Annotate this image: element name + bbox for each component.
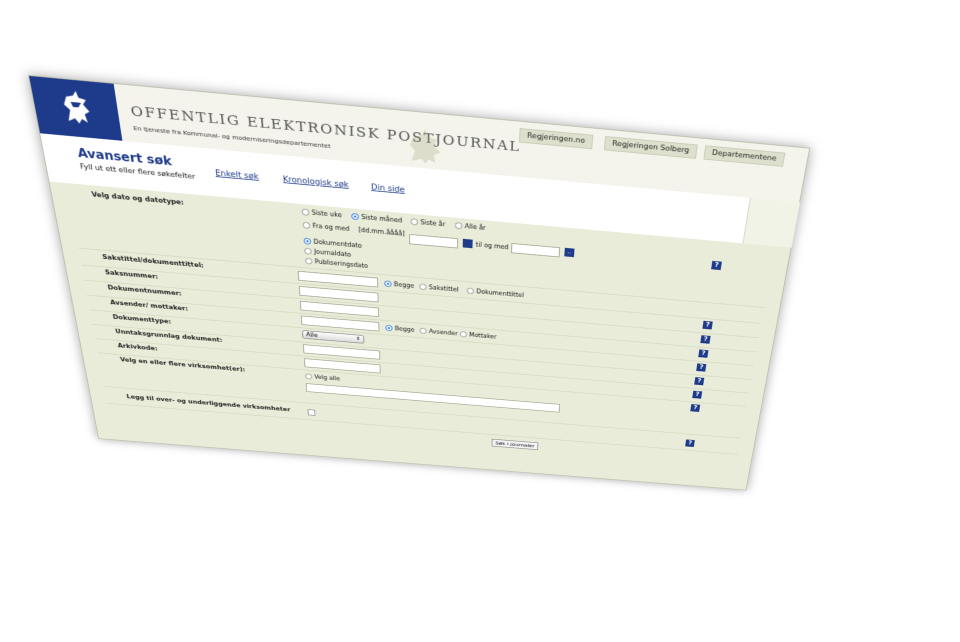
radio-all-years[interactable] xyxy=(454,222,463,230)
option-all-years: Alle år xyxy=(464,222,486,232)
help-include-related-icon[interactable]: ? xyxy=(685,439,695,448)
row-divider xyxy=(106,403,738,455)
option-sender-both: Begge xyxy=(394,325,415,334)
search-page: OFFENTLIG ELEKTRONISK POSTJOURNAL En tje… xyxy=(28,75,811,491)
archive-code-label: Arkivkode: xyxy=(117,342,159,353)
from-label: Fra og med xyxy=(312,222,350,233)
option-select-all: Velg alle xyxy=(314,374,341,382)
from-calendar-icon[interactable] xyxy=(462,238,473,249)
radio-last-year[interactable] xyxy=(410,218,419,226)
help-date-icon[interactable]: ? xyxy=(711,260,722,271)
lion-icon xyxy=(60,89,92,125)
option-case-title: Sakstittel xyxy=(428,284,459,293)
option-recipient: Mottaker xyxy=(469,331,497,340)
to-label: til og med xyxy=(475,241,509,251)
document-type-value: Alle xyxy=(305,331,318,339)
radio-case-both[interactable] xyxy=(384,280,392,288)
watermark-lion-icon xyxy=(409,127,441,166)
help-exemption-icon[interactable]: ? xyxy=(694,377,705,386)
option-last-week: Siste uke xyxy=(311,209,342,219)
help-agencies-icon[interactable]: ? xyxy=(690,404,701,412)
date-format-hint: [dd.mm.åååå] xyxy=(358,226,405,238)
radio-last-week[interactable] xyxy=(301,208,310,216)
radio-case-title[interactable] xyxy=(419,283,427,291)
search-submit-button[interactable]: Søk i journaler xyxy=(491,438,539,451)
radio-date-range[interactable] xyxy=(302,221,311,229)
row-divider xyxy=(86,294,756,353)
select-arrows-icon: ⇕ xyxy=(355,335,361,342)
radio-document-date[interactable] xyxy=(303,237,312,245)
coat-of-arms-logo[interactable] xyxy=(29,75,123,141)
radio-recipient[interactable] xyxy=(459,331,467,338)
option-publish-date: Publiseringsdato xyxy=(314,258,369,270)
help-document-type-icon[interactable]: ? xyxy=(696,363,707,372)
nav-side-panel xyxy=(742,197,800,248)
radio-document-title[interactable] xyxy=(466,287,475,295)
radio-last-month[interactable] xyxy=(351,212,359,221)
option-sender: Avsender xyxy=(428,328,458,337)
option-document-title: Dokumenttittel xyxy=(476,288,524,299)
sender-label: Avsender/ mottaker: xyxy=(109,299,189,313)
option-last-month: Siste måned xyxy=(361,213,403,225)
help-sender-icon[interactable]: ? xyxy=(698,349,709,358)
help-case-number-icon[interactable]: ? xyxy=(702,320,713,330)
radio-publish-date[interactable] xyxy=(304,257,313,265)
radio-sender[interactable] xyxy=(419,327,427,335)
date-label: Velg dato og datotype: xyxy=(91,191,185,207)
option-journal-date: Journaldato xyxy=(313,248,352,259)
radio-sender-both[interactable] xyxy=(385,324,393,332)
help-document-number-icon[interactable]: ? xyxy=(700,335,711,344)
option-last-year: Siste år xyxy=(420,219,446,228)
row-divider xyxy=(78,247,764,308)
to-date-input[interactable] xyxy=(511,243,561,258)
radio-select-all[interactable] xyxy=(305,373,313,380)
radio-journal-date[interactable] xyxy=(304,247,312,255)
option-document-date: Dokumentdato xyxy=(313,238,363,250)
option-case-both: Begge xyxy=(393,281,415,290)
help-archive-code-icon[interactable]: ? xyxy=(692,390,703,399)
from-date-input[interactable] xyxy=(409,234,459,249)
include-related-checkbox[interactable] xyxy=(307,409,316,416)
to-calendar-icon[interactable]: .. xyxy=(564,247,575,258)
row-divider xyxy=(81,264,762,324)
